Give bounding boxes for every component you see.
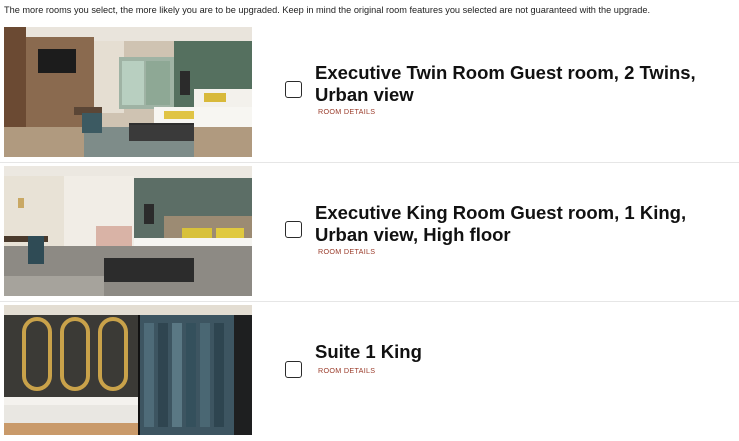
upgrade-intro-text: The more rooms you select, the more like… xyxy=(4,5,651,15)
room-select-checkbox[interactable] xyxy=(285,361,302,378)
king-bedroom-photo-icon xyxy=(4,166,252,296)
room-option-executive-king: Executive King Room Guest room, 1 King, … xyxy=(0,164,739,302)
room-details-link[interactable]: ROOM DETAILS xyxy=(318,366,375,375)
room-title: Executive Twin Room Guest room, 2 Twins,… xyxy=(315,62,696,105)
room-option-executive-twin: Executive Twin Room Guest room, 2 Twins,… xyxy=(0,25,739,163)
twin-bedroom-photo-icon xyxy=(4,27,252,157)
room-details-link[interactable]: ROOM DETAILS xyxy=(318,107,375,116)
room-title: Executive King Room Guest room, 1 King, … xyxy=(315,202,687,245)
suite-bathroom-photo-icon xyxy=(4,305,252,435)
room-photo-king[interactable] xyxy=(4,166,252,296)
room-details-link[interactable]: ROOM DETAILS xyxy=(318,247,375,256)
room-title: Suite 1 King xyxy=(315,341,422,362)
room-option-suite-king: Suite 1 King ROOM DETAILS xyxy=(0,303,739,441)
room-select-checkbox[interactable] xyxy=(285,81,302,98)
room-photo-suite[interactable] xyxy=(4,305,252,435)
room-photo-twin[interactable] xyxy=(4,27,252,157)
room-select-checkbox[interactable] xyxy=(285,221,302,238)
